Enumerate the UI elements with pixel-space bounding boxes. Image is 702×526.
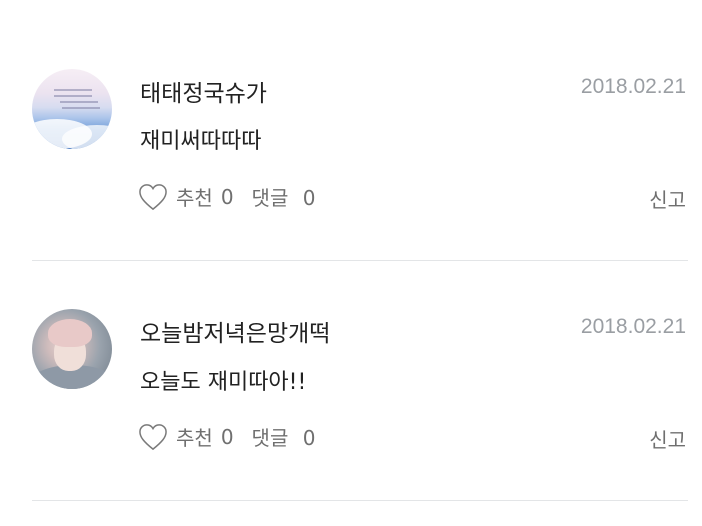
reply-label: 댓글 <box>251 426 289 450</box>
like-count: 0 <box>220 424 234 449</box>
heart-icon <box>139 423 167 450</box>
report-button[interactable]: 신고 <box>649 424 686 453</box>
reply-count: 0 <box>302 426 316 450</box>
reply-button[interactable]: 댓글 0 <box>252 422 316 451</box>
comment-item: 오늘밤저녁은망개떡 2018.02.21 오늘도 재미따아!! 추천 0 댓글 … <box>0 0 702 452</box>
like-label: 추천 <box>176 426 213 450</box>
comment-username[interactable]: 오늘밤저녁은망개떡 <box>140 314 330 348</box>
divider <box>32 260 688 261</box>
comment-date: 2018.02.21 <box>580 315 686 338</box>
divider <box>32 500 688 501</box>
like-button[interactable]: 추천 0 <box>138 422 234 451</box>
comment-actions: 추천 0 댓글 0 <box>138 422 315 451</box>
avatar[interactable] <box>32 309 112 389</box>
comment-text: 오늘도 재미따아!! <box>140 370 307 395</box>
